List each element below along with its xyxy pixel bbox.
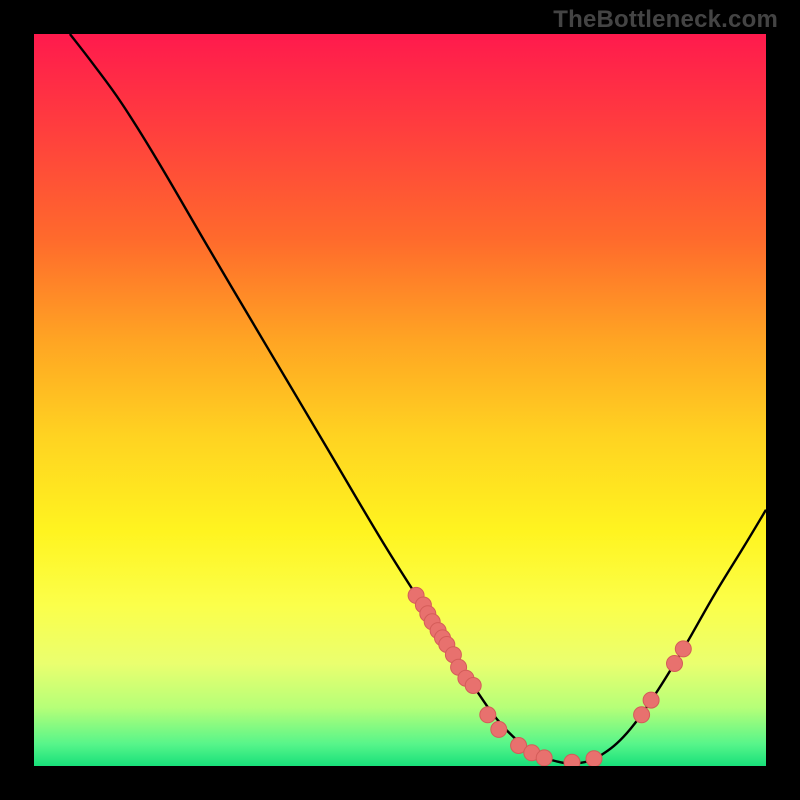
- watermark-text: TheBottleneck.com: [553, 6, 778, 34]
- curve-marker: [586, 751, 602, 766]
- curve-marker: [465, 678, 481, 694]
- bottleneck-curve: [70, 34, 766, 764]
- curve-marker: [491, 721, 507, 737]
- curve-marker: [480, 707, 496, 723]
- curve-marker: [643, 692, 659, 708]
- curve-markers: [408, 587, 691, 766]
- curve-marker: [536, 750, 552, 766]
- curve-marker: [675, 641, 691, 657]
- curve-marker: [634, 707, 650, 723]
- curve-marker: [564, 754, 580, 766]
- chart-frame: TheBottleneck.com: [0, 0, 800, 800]
- chart-svg: [34, 34, 766, 766]
- curve-marker: [667, 656, 683, 672]
- plot-area: [34, 34, 766, 766]
